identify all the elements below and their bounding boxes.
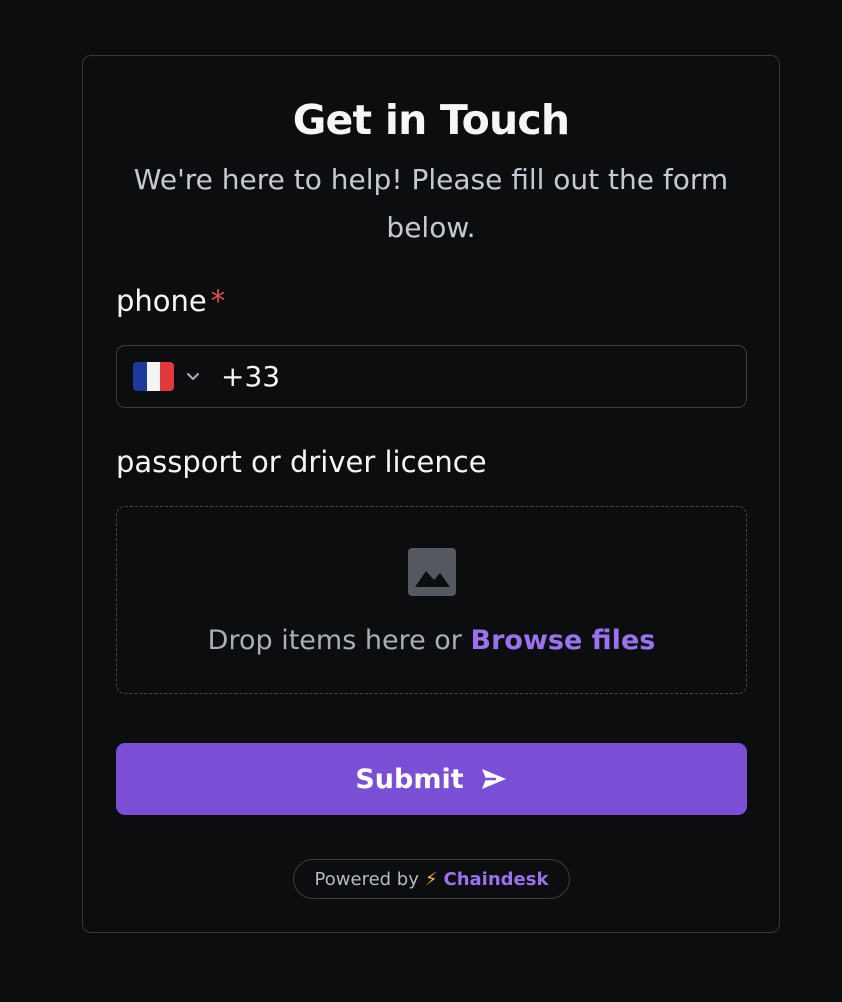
form-title: Get in Touch <box>292 96 570 144</box>
browse-files-link[interactable]: Browse files <box>471 625 656 656</box>
send-icon <box>481 769 506 789</box>
submit-button[interactable]: Submit <box>116 743 747 815</box>
powered-by-text: Powered by <box>314 868 419 890</box>
required-mark: * <box>210 284 226 318</box>
submit-label: Submit <box>355 763 464 795</box>
phone-label-text: phone <box>116 284 207 318</box>
drop-text: Drop items here or Browse files <box>117 625 746 656</box>
document-label: passport or driver licence <box>116 445 487 479</box>
brand-name: Chaindesk <box>443 868 549 890</box>
phone-field <box>116 345 747 408</box>
phone-input[interactable] <box>221 354 721 398</box>
contact-form-card: Get in Touch We're here to help! Please … <box>82 55 780 933</box>
bolt-icon: ⚡ <box>424 868 438 890</box>
chevron-down-icon[interactable] <box>185 366 201 386</box>
france-flag-icon[interactable] <box>133 362 174 391</box>
phone-label: phone * <box>116 284 225 318</box>
powered-by-badge[interactable]: Powered by ⚡ Chaindesk <box>293 859 570 899</box>
form-subtitle: We're here to help! Please fill out the … <box>133 163 729 244</box>
file-dropzone[interactable]: Drop items here or Browse files <box>116 506 747 694</box>
image-icon <box>408 548 456 596</box>
drop-instructions: Drop items here or <box>207 625 462 656</box>
